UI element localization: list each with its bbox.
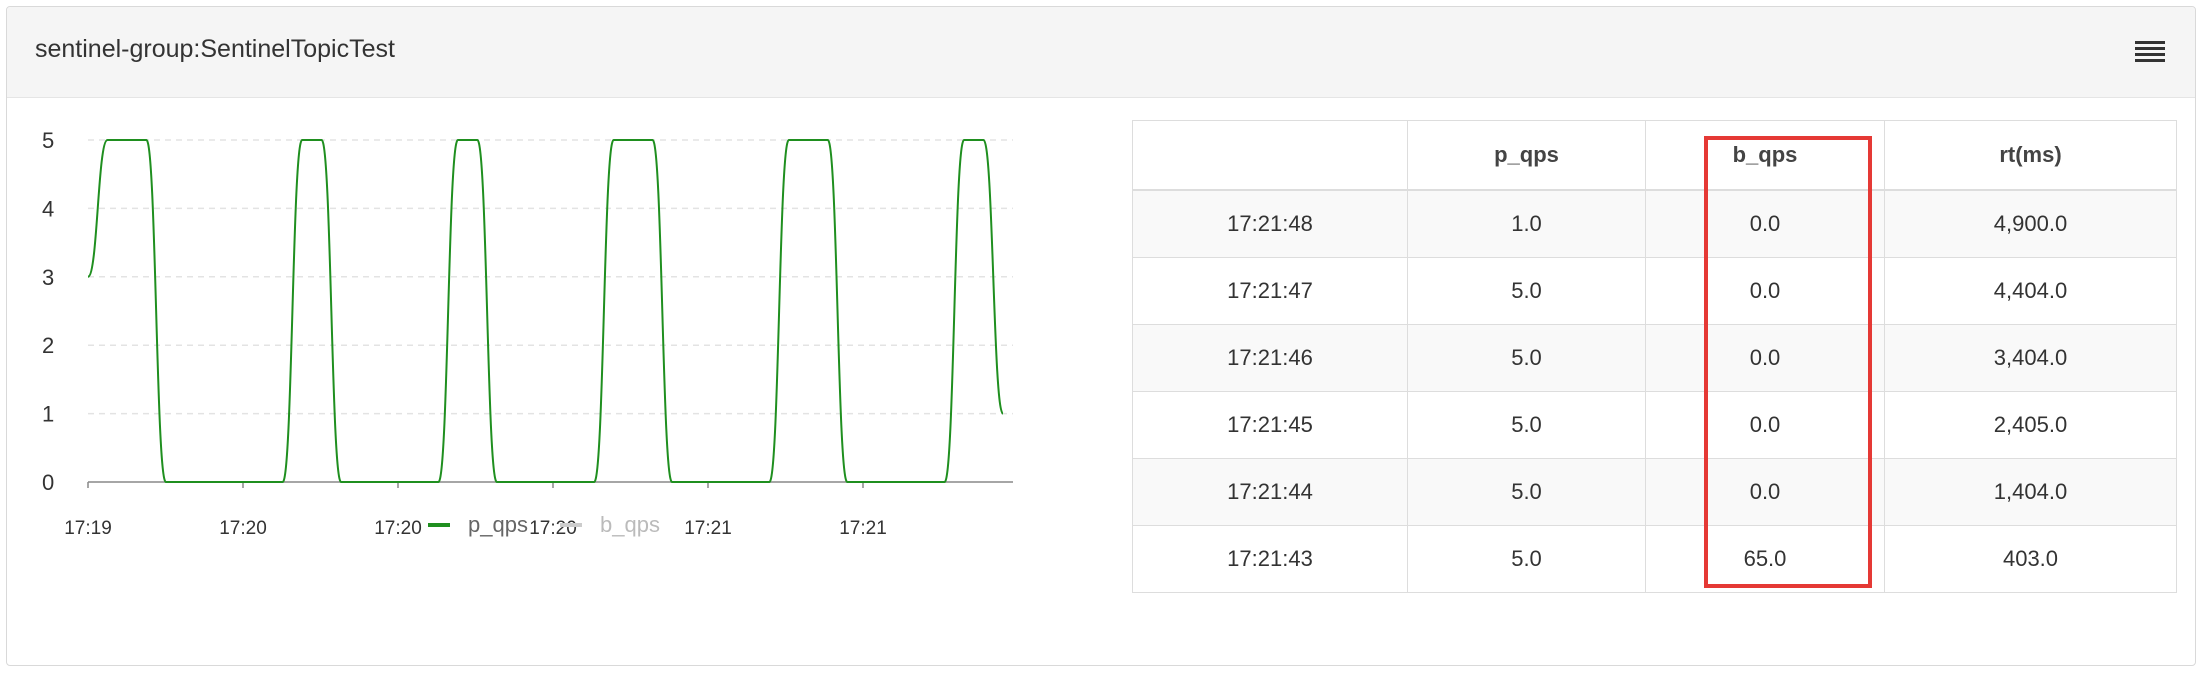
x-tick-label: 17:20 bbox=[219, 518, 267, 539]
cell-time: 17:21:43 bbox=[1132, 525, 1408, 593]
y-tick-label: 1 bbox=[42, 402, 54, 427]
cell-p-qps: 1.0 bbox=[1407, 189, 1646, 258]
cell-time: 17:21:47 bbox=[1132, 257, 1408, 325]
y-tick-label: 0 bbox=[42, 470, 54, 495]
series-line-p-qps bbox=[87, 139, 1004, 483]
legend-item-p-qps[interactable]: p_qps bbox=[428, 512, 528, 538]
x-tick-label: 17:19 bbox=[64, 518, 112, 539]
header-rt: rt(ms) bbox=[1884, 120, 2177, 191]
cell-rt: 403.0 bbox=[1884, 525, 2177, 593]
table-row: 17:21:46 5.0 0.0 3,404.0 bbox=[1132, 324, 2177, 392]
cell-time: 17:21:44 bbox=[1132, 458, 1408, 526]
table-header-row: p_qps b_qps rt(ms) bbox=[1132, 120, 2177, 191]
panel-header: sentinel-group:SentinelTopicTest bbox=[7, 7, 2195, 98]
table-row: 17:21:45 5.0 0.0 2,405.0 bbox=[1132, 391, 2177, 459]
cell-rt: 4,404.0 bbox=[1884, 257, 2177, 325]
cell-p-qps: 5.0 bbox=[1407, 391, 1646, 459]
cell-b-qps: 0.0 bbox=[1645, 391, 1885, 459]
cell-p-qps: 5.0 bbox=[1407, 525, 1646, 593]
cell-b-qps: 0.0 bbox=[1645, 257, 1885, 325]
cell-p-qps: 5.0 bbox=[1407, 257, 1646, 325]
panel-title: sentinel-group:SentinelTopicTest bbox=[35, 35, 395, 63]
hamburger-menu-icon[interactable] bbox=[2135, 41, 2165, 65]
legend-swatch-b-qps bbox=[560, 523, 582, 527]
cell-b-qps: 0.0 bbox=[1645, 189, 1885, 258]
y-tick-label: 4 bbox=[42, 196, 54, 221]
legend-swatch-p-qps bbox=[428, 523, 450, 527]
metrics-table: p_qps b_qps rt(ms) 17:21:48 1.0 0.0 4,90… bbox=[1132, 120, 2177, 593]
qps-line-chart: 0 1 2 3 4 5 17:19 17:20 17:20 17:20 17:21 17:21 p_q… bbox=[28, 110, 1038, 570]
cell-time: 17:21:45 bbox=[1132, 391, 1408, 459]
cell-b-qps: 0.0 bbox=[1645, 458, 1885, 526]
table-row: 17:21:47 5.0 0.0 4,404.0 bbox=[1132, 257, 2177, 325]
y-tick-label: 3 bbox=[42, 265, 54, 290]
legend-label-p-qps: p_qps bbox=[468, 512, 528, 537]
x-tick-label: 17:21 bbox=[839, 518, 887, 539]
table-row: 17:21:44 5.0 0.0 1,404.0 bbox=[1132, 458, 2177, 526]
cell-time: 17:21:48 bbox=[1132, 189, 1408, 258]
x-tick-label: 17:21 bbox=[684, 518, 732, 539]
table-row: 17:21:48 1.0 0.0 4,900.0 bbox=[1132, 189, 2177, 258]
y-tick-label: 2 bbox=[42, 333, 54, 358]
table-row: 17:21:43 5.0 65.0 403.0 bbox=[1132, 525, 2177, 593]
header-time bbox=[1132, 120, 1408, 191]
cell-rt: 3,404.0 bbox=[1884, 324, 2177, 392]
cell-rt: 4,900.0 bbox=[1884, 189, 2177, 258]
x-tick-label: 17:20 bbox=[374, 518, 422, 539]
cell-p-qps: 5.0 bbox=[1407, 324, 1646, 392]
cell-p-qps: 5.0 bbox=[1407, 458, 1646, 526]
chart-svg: 01234517:19 17:20 17:20 17:20 17:21 17:21 bbox=[42, 128, 1013, 539]
legend-label-b-qps: b_qps bbox=[600, 512, 660, 537]
cell-rt: 2,405.0 bbox=[1884, 391, 2177, 459]
cell-time: 17:21:46 bbox=[1132, 324, 1408, 392]
y-tick-label: 5 bbox=[42, 128, 54, 153]
cell-b-qps: 0.0 bbox=[1645, 324, 1885, 392]
header-b-qps: b_qps bbox=[1645, 120, 1885, 191]
legend-item-b-qps[interactable]: b_qps bbox=[560, 512, 660, 538]
cell-rt: 1,404.0 bbox=[1884, 458, 2177, 526]
header-p-qps: p_qps bbox=[1407, 120, 1646, 191]
cell-b-qps: 65.0 bbox=[1645, 525, 1885, 593]
